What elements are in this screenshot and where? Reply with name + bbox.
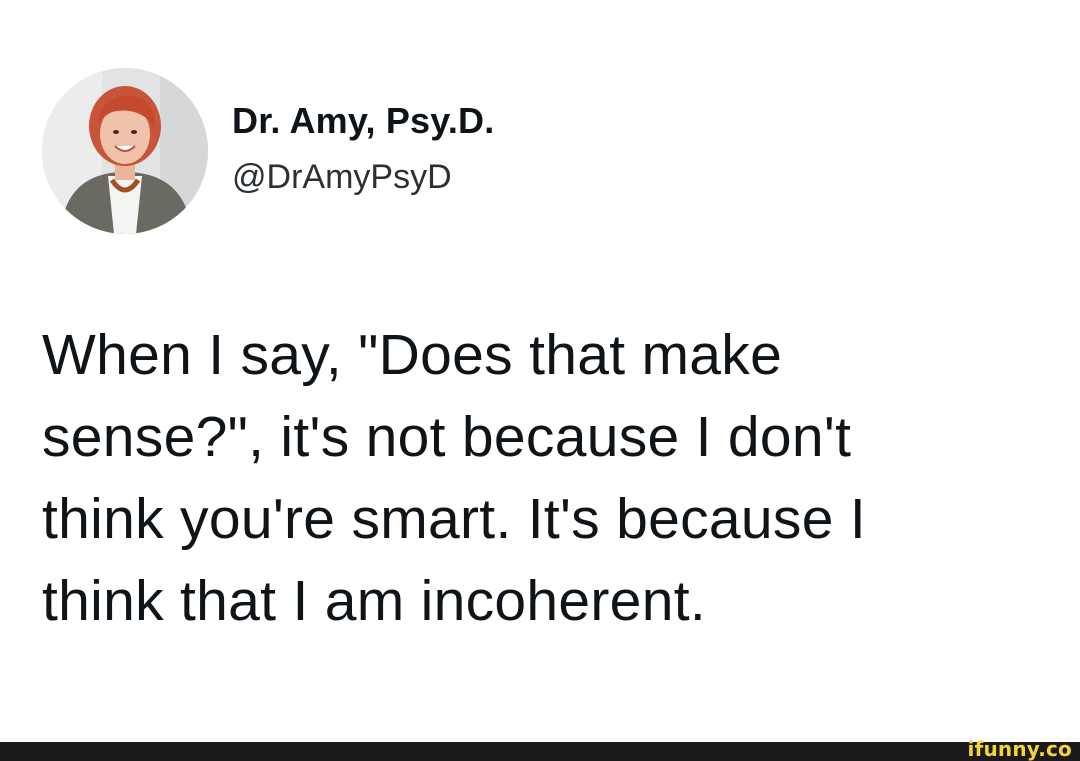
watermark-bar: ifunny.co <box>0 738 1080 761</box>
profile-avatar[interactable] <box>42 68 208 234</box>
tweet-card: Dr. Amy, Psy.D. @DrAmyPsyD When I say, "… <box>0 0 1080 742</box>
tweet-text-line: When I say, "Does that make <box>42 323 783 387</box>
tweet-body: When I say, "Does that make sense?", it'… <box>42 314 1052 642</box>
user-handle[interactable]: @DrAmyPsyD <box>232 158 452 197</box>
avatar-photo-icon <box>42 68 208 234</box>
ifunny-watermark: ifunny.co <box>967 737 1072 761</box>
tweet-text-line: think you're smart. It's because I <box>42 487 866 551</box>
tweet-text-line: think that I am incoherent. <box>42 569 706 633</box>
display-name[interactable]: Dr. Amy, Psy.D. <box>232 100 494 142</box>
tweet-text-line: sense?", it's not because I don't <box>42 405 852 469</box>
